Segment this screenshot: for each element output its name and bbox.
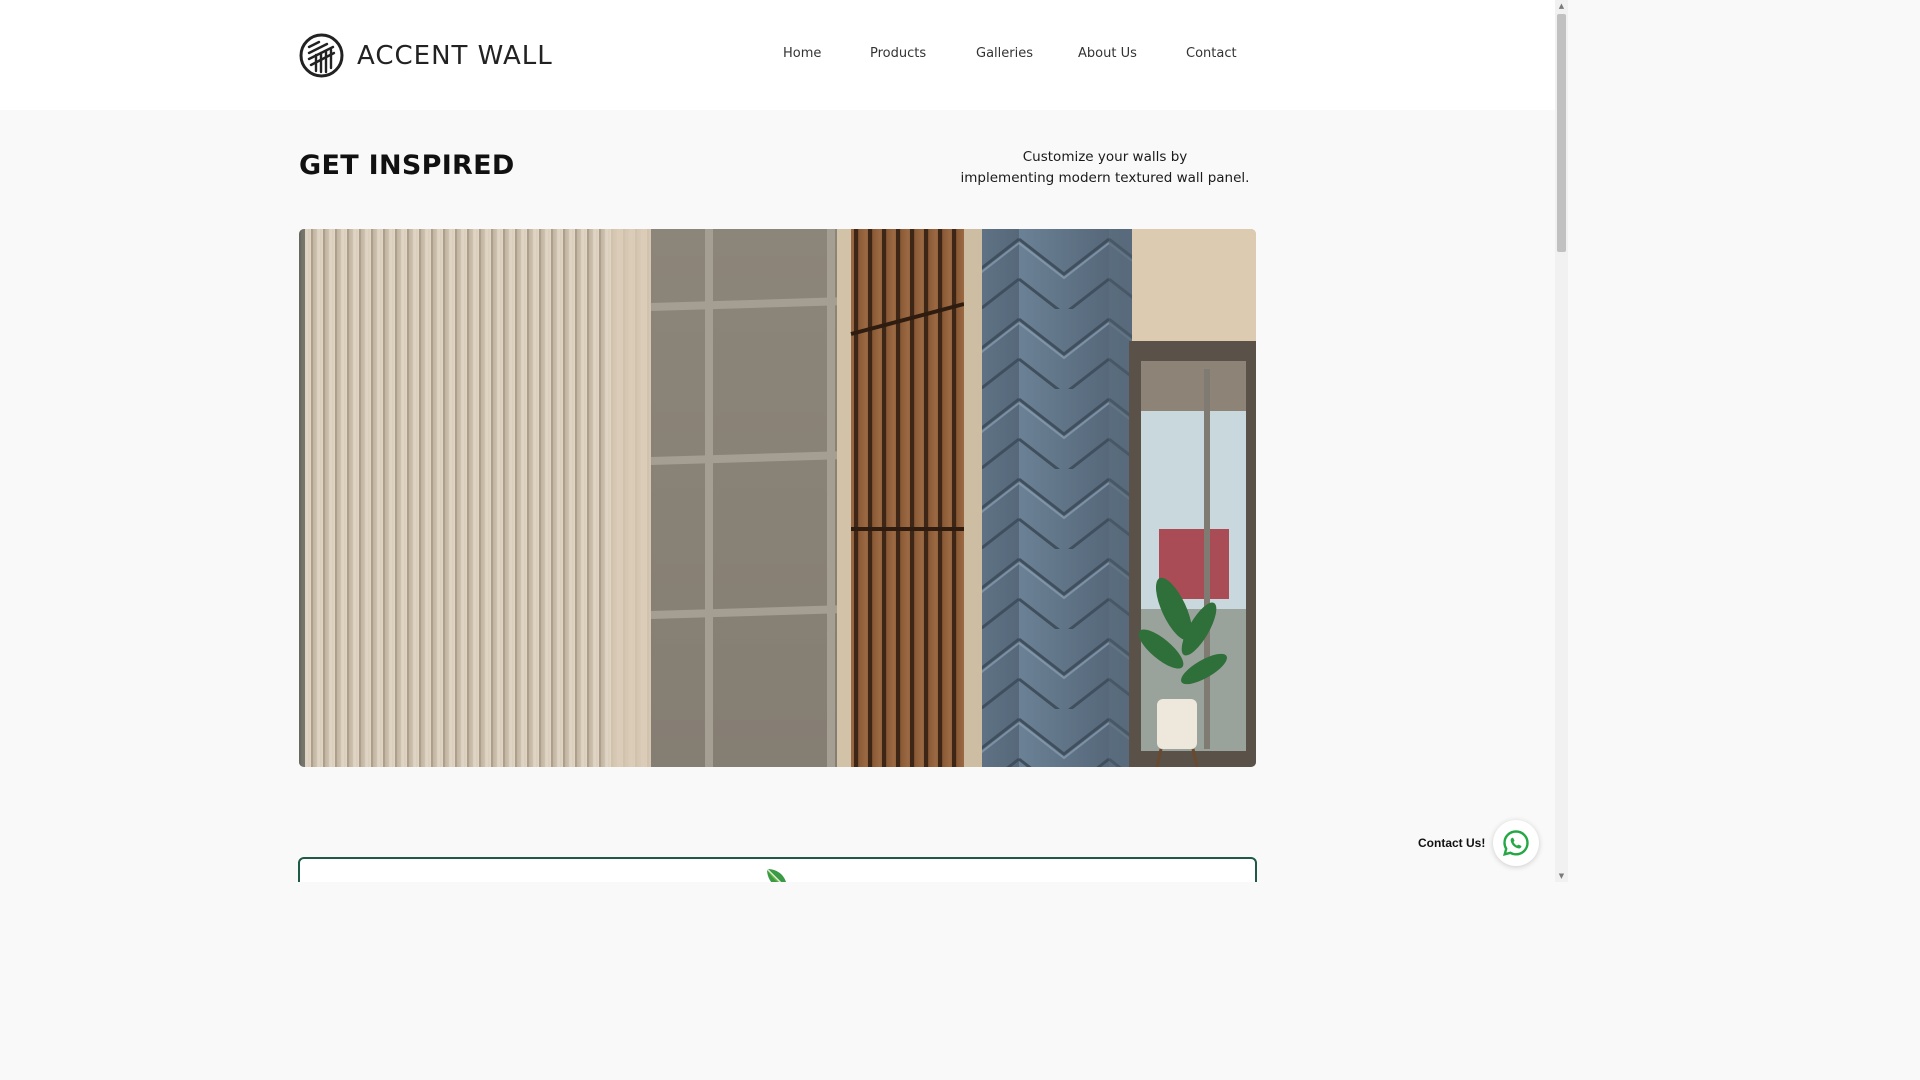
nav-home[interactable]: Home <box>783 46 821 61</box>
wall-panels-illustration <box>299 229 1256 767</box>
leaf-icon <box>766 868 786 882</box>
tagline-line-1: Customize your walls by <box>1022 149 1188 165</box>
scroll-down-arrow-icon[interactable]: ▼ <box>1555 870 1568 882</box>
nav-galleries[interactable]: Galleries <box>976 46 1033 61</box>
page: ACCENT WALL Home Products Galleries Abou… <box>0 0 1568 882</box>
site-header: ACCENT WALL Home Products Galleries Abou… <box>0 0 1555 110</box>
main-nav: Home Products Galleries About Us Contact <box>0 46 1555 66</box>
nav-contact[interactable]: Contact <box>1186 46 1237 61</box>
page-title: GET INSPIRED <box>299 150 515 181</box>
whatsapp-icon <box>1502 830 1529 856</box>
vertical-scrollbar[interactable]: ▲ ▼ <box>1555 0 1568 882</box>
hero-wall-panels-image <box>299 229 1256 767</box>
nav-about-us[interactable]: About Us <box>1078 46 1137 61</box>
tagline-line-2: implementing modern textured wall panel. <box>960 170 1250 186</box>
nav-products[interactable]: Products <box>870 46 926 61</box>
feature-card <box>298 857 1257 882</box>
hero-tagline: Customize your walls by implementing mod… <box>955 147 1255 189</box>
scroll-up-arrow-icon[interactable]: ▲ <box>1555 0 1568 12</box>
whatsapp-button[interactable] <box>1493 820 1539 866</box>
floating-contact-label[interactable]: Contact Us! <box>1418 836 1485 850</box>
scrollbar-thumb[interactable] <box>1557 14 1566 252</box>
